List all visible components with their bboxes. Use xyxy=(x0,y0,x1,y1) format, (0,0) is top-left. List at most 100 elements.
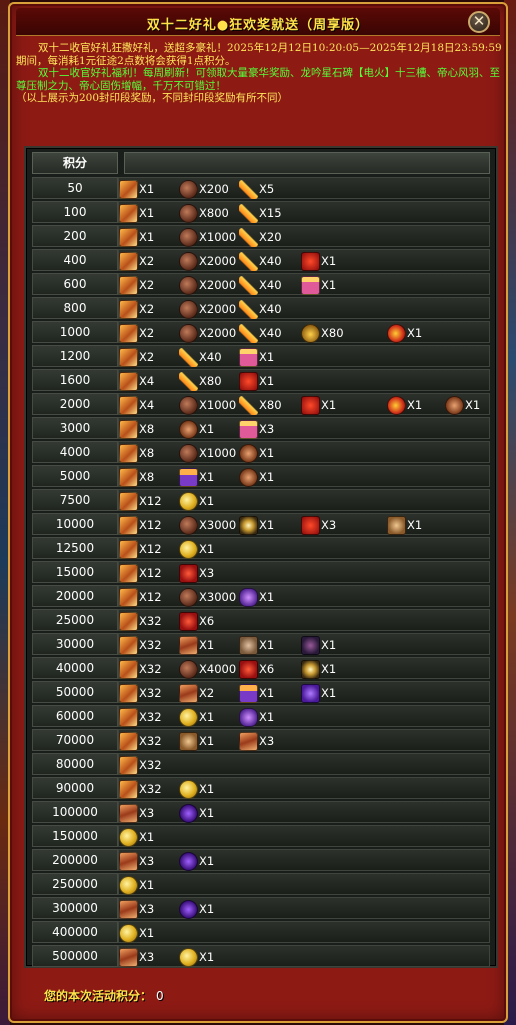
stamp-icon xyxy=(119,419,138,439)
reward-item[interactable]: X1 xyxy=(301,683,336,703)
reward-item[interactable]: X1 xyxy=(301,659,336,679)
reward-item[interactable]: X12 xyxy=(119,491,162,511)
reward-item[interactable]: X3 xyxy=(119,947,154,967)
reward-item[interactable]: X1 xyxy=(119,179,154,199)
reward-item[interactable]: X3000 xyxy=(179,587,236,607)
reward-item[interactable]: X3 xyxy=(179,563,214,583)
reward-item[interactable]: X3 xyxy=(301,515,336,535)
reward-item[interactable]: X40 xyxy=(239,275,282,295)
reward-item[interactable]: X1 xyxy=(445,395,480,415)
reward-item[interactable]: X2 xyxy=(119,323,154,343)
reward-item[interactable]: X2 xyxy=(119,299,154,319)
reward-item[interactable]: X3 xyxy=(119,803,154,823)
reward-item[interactable]: X32 xyxy=(119,707,162,727)
reward-item[interactable]: X1 xyxy=(119,875,154,895)
reward-item[interactable]: X40 xyxy=(179,347,222,367)
reward-item[interactable]: X1 xyxy=(239,371,274,391)
reward-item[interactable]: X5 xyxy=(239,179,274,199)
reward-item[interactable]: X2 xyxy=(179,683,214,703)
reward-item[interactable]: X1 xyxy=(179,899,214,919)
reward-item[interactable]: X8 xyxy=(119,419,154,439)
reward-item[interactable]: X12 xyxy=(119,515,162,535)
reward-item[interactable]: X1000 xyxy=(179,443,236,463)
reward-item[interactable]: X3 xyxy=(119,851,154,871)
reward-item[interactable]: X40 xyxy=(239,251,282,271)
reward-item[interactable]: X1000 xyxy=(179,227,236,247)
reward-item[interactable]: X3 xyxy=(239,731,274,751)
reward-item[interactable]: X1 xyxy=(179,635,214,655)
reward-item[interactable]: X1 xyxy=(301,275,336,295)
reward-item[interactable]: X1000 xyxy=(179,395,236,415)
score-cell: 90000 xyxy=(32,777,118,799)
reward-item[interactable]: X32 xyxy=(119,755,162,775)
reward-item[interactable]: X1 xyxy=(301,251,336,271)
reward-item[interactable]: X1 xyxy=(179,803,214,823)
reward-item[interactable]: X1 xyxy=(239,707,274,727)
reward-item[interactable]: X1 xyxy=(239,467,274,487)
reward-item[interactable]: X1 xyxy=(239,683,274,703)
reward-item[interactable]: X1 xyxy=(301,635,336,655)
reward-item[interactable]: X4 xyxy=(119,395,154,415)
reward-item[interactable]: X40 xyxy=(239,323,282,343)
reward-item[interactable]: X2000 xyxy=(179,275,236,295)
reward-item[interactable]: X1 xyxy=(179,779,214,799)
scroll-icon xyxy=(119,899,138,919)
reward-item[interactable]: X32 xyxy=(119,779,162,799)
reward-item[interactable]: X2000 xyxy=(179,299,236,319)
reward-item[interactable]: X4000 xyxy=(179,659,236,679)
reward-item[interactable]: X1 xyxy=(239,515,274,535)
reward-item[interactable]: X1 xyxy=(179,707,214,727)
reward-item[interactable]: X8 xyxy=(119,443,154,463)
reward-item[interactable]: X2 xyxy=(119,275,154,295)
reward-item[interactable]: X200 xyxy=(179,179,229,199)
reward-item[interactable]: X32 xyxy=(119,635,162,655)
reward-item[interactable]: X1 xyxy=(387,515,422,535)
reward-item[interactable]: X1 xyxy=(179,491,214,511)
reward-item[interactable]: X1 xyxy=(179,851,214,871)
reward-item[interactable]: X12 xyxy=(119,539,162,559)
reward-item[interactable]: X1 xyxy=(239,635,274,655)
reward-item[interactable]: X1 xyxy=(119,227,154,247)
reward-item[interactable]: X1 xyxy=(179,539,214,559)
reward-item[interactable]: X1 xyxy=(179,419,214,439)
reward-item[interactable]: X32 xyxy=(119,659,162,679)
reward-item[interactable]: X3 xyxy=(119,899,154,919)
reward-item[interactable]: X1 xyxy=(119,827,154,847)
reward-item[interactable]: X32 xyxy=(119,683,162,703)
reward-item[interactable]: X1 xyxy=(239,347,274,367)
reward-item[interactable]: X80 xyxy=(179,371,222,391)
rewards-cell: X32 xyxy=(118,753,490,775)
reward-item[interactable]: X6 xyxy=(179,611,214,631)
reward-item[interactable]: X8 xyxy=(119,467,154,487)
reward-item[interactable]: X800 xyxy=(179,203,229,223)
reward-item[interactable]: X2 xyxy=(119,347,154,367)
reward-item[interactable]: X1 xyxy=(179,731,214,751)
reward-item[interactable]: X2 xyxy=(119,251,154,271)
reward-item[interactable]: X80 xyxy=(301,323,344,343)
reward-item[interactable]: X80 xyxy=(239,395,282,415)
reward-item[interactable]: X1 xyxy=(179,947,214,967)
reward-item[interactable]: X3 xyxy=(239,419,274,439)
reward-item[interactable]: X4 xyxy=(119,371,154,391)
reward-item[interactable]: X1 xyxy=(119,203,154,223)
reward-item[interactable]: X15 xyxy=(239,203,282,223)
reward-item[interactable]: X1 xyxy=(239,587,274,607)
reward-item[interactable]: X1 xyxy=(387,323,422,343)
reward-item[interactable]: X6 xyxy=(239,659,274,679)
reward-item[interactable]: X1 xyxy=(387,395,422,415)
reward-quantity: X12 xyxy=(139,566,162,580)
reward-item[interactable]: X1 xyxy=(119,923,154,943)
reward-item[interactable]: X2000 xyxy=(179,323,236,343)
reward-item[interactable]: X2000 xyxy=(179,251,236,271)
reward-item[interactable]: X40 xyxy=(239,299,282,319)
reward-item[interactable]: X3000 xyxy=(179,515,236,535)
close-button[interactable]: ✕ xyxy=(468,11,490,33)
reward-item[interactable]: X32 xyxy=(119,731,162,751)
reward-item[interactable]: X12 xyxy=(119,587,162,607)
reward-item[interactable]: X1 xyxy=(239,443,274,463)
reward-item[interactable]: X12 xyxy=(119,563,162,583)
reward-item[interactable]: X32 xyxy=(119,611,162,631)
reward-item[interactable]: X20 xyxy=(239,227,282,247)
reward-item[interactable]: X1 xyxy=(301,395,336,415)
reward-item[interactable]: X1 xyxy=(179,467,214,487)
